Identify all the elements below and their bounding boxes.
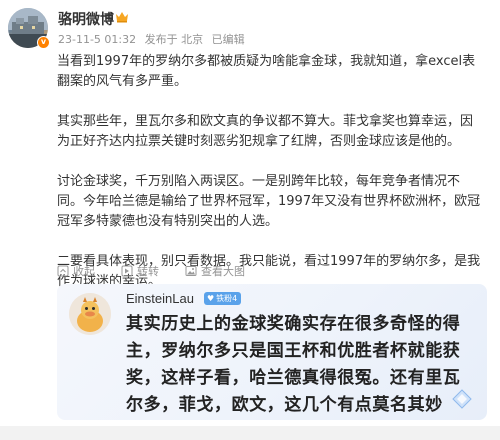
post-datetime: 23-11-5 01:32 — [58, 33, 137, 46]
collapse-button[interactable]: 收起 — [57, 263, 95, 279]
collapse-label: 收起 — [73, 265, 95, 278]
fan-badge: ♥ 铁粉4 — [204, 292, 242, 305]
view-image-label: 查看大图 — [201, 265, 245, 278]
post-meta: 23-11-5 01:32 发布于 北京 已编辑 — [58, 31, 250, 47]
post-body: 当看到1997年的罗纳尔多都被质疑为啥能拿金球，我就知道，拿excel表翻案的风… — [57, 52, 482, 292]
repost-icon — [121, 265, 133, 277]
post-paragraph: 其实那些年，里瓦尔多和欧文真的争议都不算大。菲戈拿奖也算幸运，因为正好齐达内拉票… — [57, 114, 474, 149]
bottom-strip — [0, 426, 500, 440]
heart-icon: ♥ — [207, 294, 215, 303]
collapse-icon — [57, 265, 69, 277]
comment-card: EinsteinLau ♥ 铁粉4 其实历史上的金球奖确实存在很多奇怪的得主，罗… — [57, 284, 487, 420]
crown-icon — [116, 12, 128, 23]
post-source: 发布于 北京 — [144, 33, 204, 46]
post-paragraph: 讨论金球奖，千万别陷入两误区。一是别跨年比较，每年竞争者情况不同。今年哈兰德是输… — [57, 174, 481, 229]
post-header: v 骆明微博 23-11-5 01:32 发布于 北京 已编辑 — [8, 6, 492, 50]
comment-text: 其实历史上的金球奖确实存在很多奇怪的得主，罗纳尔多只是国王杯和优胜者杯就能获奖，… — [126, 314, 461, 415]
action-bar: 收起 转转 查看大图 — [57, 262, 271, 280]
fan-badge-label: 铁粉4 — [216, 294, 238, 303]
repost-button[interactable]: 转转 — [121, 263, 159, 279]
diamond-icon — [452, 389, 472, 409]
post-paragraph: 当看到1997年的罗纳尔多都被质疑为啥能拿金球，我就知道，拿excel表翻案的风… — [57, 54, 476, 89]
image-icon — [185, 266, 197, 276]
repost-label: 转转 — [137, 265, 159, 278]
post-username[interactable]: 骆明微博 — [58, 9, 114, 29]
comment-avatar[interactable] — [69, 293, 111, 335]
comment-username[interactable]: EinsteinLau — [126, 291, 194, 306]
post-edited[interactable]: 已编辑 — [212, 33, 245, 46]
view-image-button[interactable]: 查看大图 — [185, 263, 245, 279]
verified-badge-icon: v — [37, 36, 50, 49]
